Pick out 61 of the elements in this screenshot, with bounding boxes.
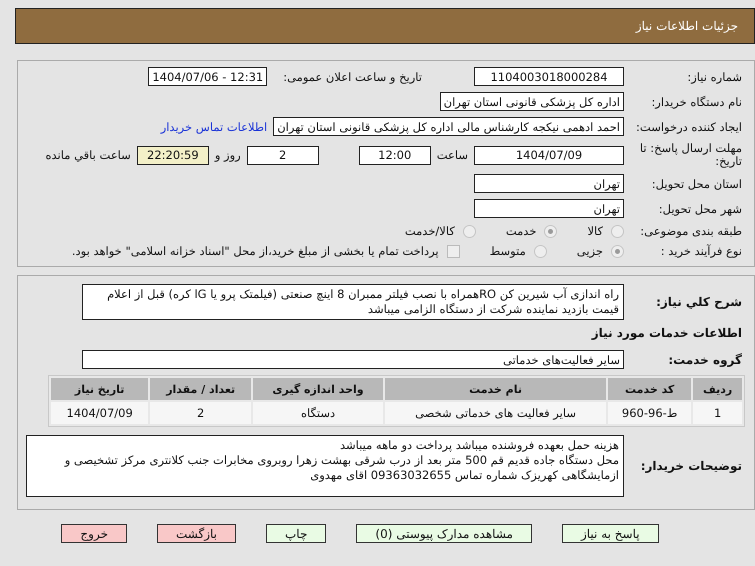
column-header: نام خدمت [384,378,606,400]
option-label: پرداخت تمام یا بخشی از مبلغ خرید،از محل "اسناد خزانه اسلامی" خواهد بود. [72,244,439,258]
option-label: جزیی [576,244,603,258]
table-cell: دستگاه [253,402,383,424]
checkbox[interactable] [446,244,460,258]
column-header: کد خدمت [608,378,692,400]
field-label: استان محل تحویل: [650,176,743,190]
action-button[interactable]: خروج [61,524,127,543]
table-cell: سایر فعالیت های خدماتی شخصی [384,402,606,424]
field-label: شماره نیاز: [686,70,743,84]
action-button[interactable]: بازگشت [157,524,236,543]
table-cell: 2 [150,402,252,424]
field-label: طبقه بندی موضوعی: [639,224,743,238]
field-label: مهلت ارسال پاسخ: تا تاریخ: [638,142,743,168]
radio-button[interactable] [534,244,547,258]
announce-date-field: 1404/07/06 - 12:31 [148,67,268,86]
page-title: جزئیات اطلاعات نیاز [636,19,739,33]
field-label: شرح کلي نیاز: [655,295,743,309]
table-cell: 1 [693,402,742,424]
service-group-field: سایر فعالیت‌های خدماتی [82,350,624,369]
radio-button[interactable] [462,224,476,238]
remaining-time-field: 22:20:59 [136,146,209,164]
field-label: ایجاد کننده درخواست: [635,120,743,134]
column-header: تاریخ نیاز [51,378,148,400]
note-line: محل دستگاه جاده قدیم قم 500 متر بعد از درب شرقی بهشت زهرا روبروی مخابرات جنب کلانتری مرکز تشخیصی و ازمایشگاهی کهریزک شماره تماس 09363032655 اقای مهدوی [63,453,619,483]
option-label: کالا [587,224,603,238]
buyer-org-field: اداره کل پزشکی قانونی استان تهران [440,92,624,111]
field-label: نام دستگاه خریدار: [650,94,743,108]
action-button[interactable]: مشاهده مدارک پیوستی (0) [356,524,532,543]
option-label: خدمت [506,224,536,238]
table-cell: ط-96-960 [608,402,692,424]
table-cell: 1404/07/09 [51,402,148,424]
field-label: ساعت [436,148,468,162]
field-label: ساعت باقي مانده [46,148,131,162]
field-label: توضیحات خریدار: [640,460,743,472]
requester-field: احمد ادهمی نیکجه کارشناس مالی اداره کل پزشکی قانونی استان تهران [273,117,624,136]
radio-button[interactable] [611,244,624,258]
deadline-date-field: 1404/07/09 [474,146,624,164]
field-label: شهر محل تحویل: [658,202,743,216]
field-label: تاریخ و ساعت اعلان عمومی: [283,70,422,84]
column-header: واحد اندازه گیری [253,378,383,400]
column-header: تعداد / مقدار [150,378,252,400]
days-field: 2 [246,146,319,164]
column-header: ردیف [693,378,742,400]
section-title: اطلاعات خدمات مورد نیاز [590,326,742,340]
action-button[interactable]: چاپ [266,524,326,543]
radio-button[interactable] [544,224,558,238]
option-label: متوسط [490,244,526,258]
province-field: تهران [474,174,624,193]
field-label: روز و [214,148,241,162]
action-button[interactable]: پاسخ به نیاز [562,524,659,543]
field-label: نوع فرآیند خرید : [660,244,743,258]
field-label: گروه خدمت: [667,352,743,366]
need-number-field: 1104003018000284 [474,67,624,86]
note-line: هزینه حمل بعهده فروشنده میباشد پرداخت دو ماهه میباشد [338,438,619,453]
description-field: راه اندازی آب شیرین کن ROهمراه با نصب فیلتر ممبران 8 اینچ صنعتی (فیلمتک پرو یا lG کره) قبل از اعلام قیمت بازدید نماینده شرکت از دستگاه الزامی میباشد [82,284,624,320]
radio-button[interactable] [611,224,624,238]
contact-link[interactable]: اطلاعات تماس خریدار [160,120,268,134]
deadline-time-field: 12:00 [358,146,431,164]
city-field: تهران [474,199,624,218]
option-label: کالا/خدمت [404,224,455,238]
